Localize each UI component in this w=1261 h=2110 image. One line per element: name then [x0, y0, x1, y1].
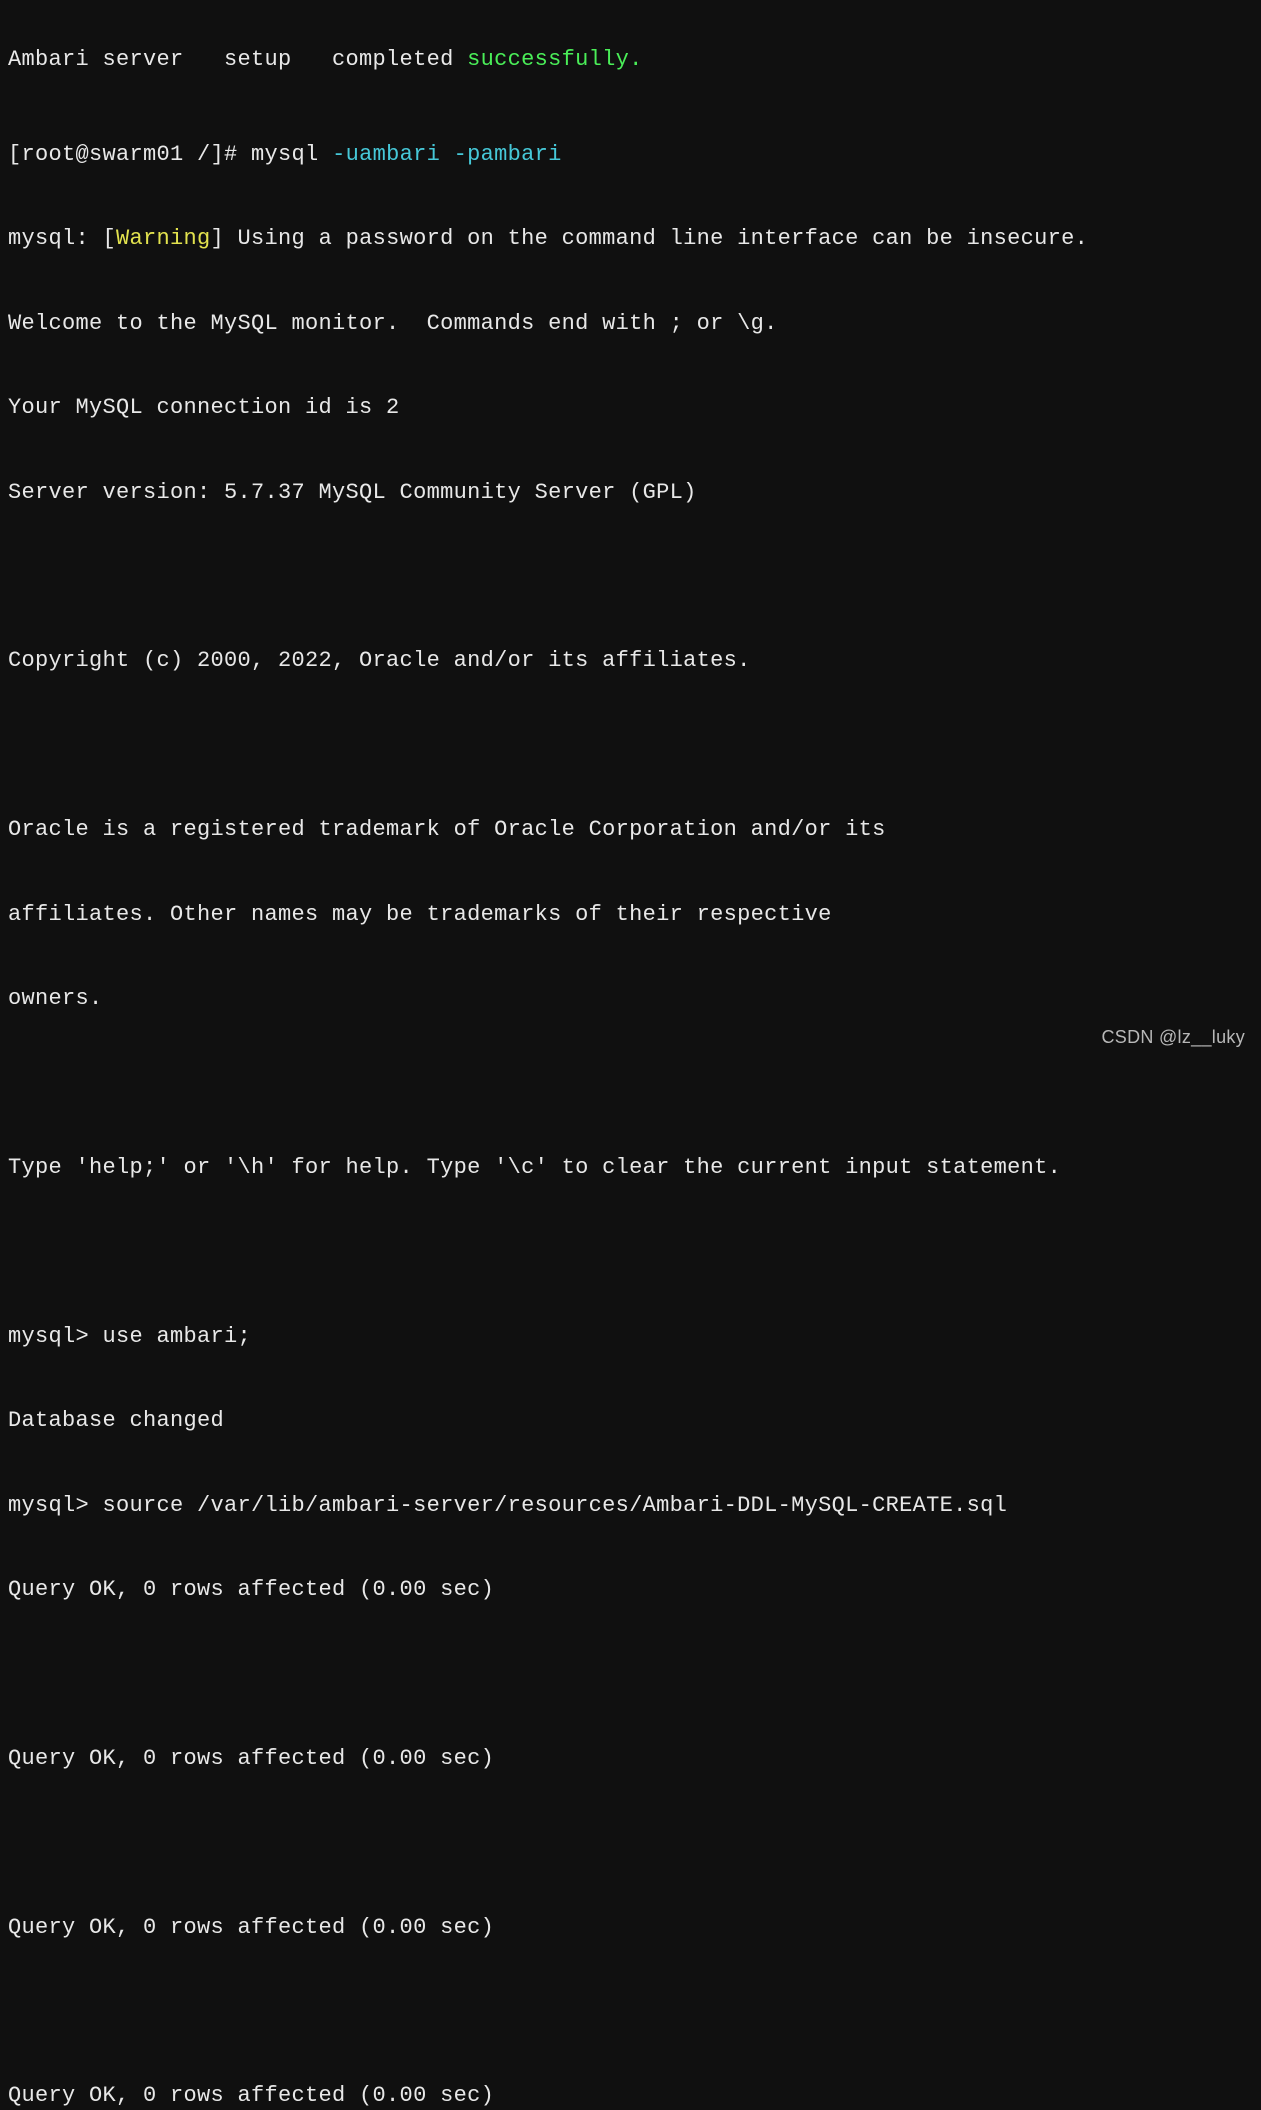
- blank-line: [8, 1829, 1253, 1857]
- mysql-warning-line: mysql: [Warning] Using a password on the…: [8, 225, 1253, 253]
- trademark-line: Oracle is a registered trademark of Orac…: [8, 816, 1253, 844]
- watermark-text: CSDN @lz__luky: [1101, 1026, 1245, 1049]
- blank-line: [8, 1070, 1253, 1098]
- copyright-line: Copyright (c) 2000, 2022, Oracle and/or …: [8, 647, 1253, 675]
- mysql-use-command: mysql> use ambari;: [8, 1323, 1253, 1351]
- trademark-line: affiliates. Other names may be trademark…: [8, 901, 1253, 929]
- blank-line: [8, 1998, 1253, 2026]
- blank-line: [8, 732, 1253, 760]
- query-ok-line: Query OK, 0 rows affected (0.00 sec): [8, 1914, 1253, 1942]
- mysql-server-version-line: Server version: 5.7.37 MySQL Community S…: [8, 479, 1253, 507]
- mysql-connection-id-line: Your MySQL connection id is 2: [8, 394, 1253, 422]
- query-ok-line: Query OK, 0 rows affected (0.00 sec): [8, 1576, 1253, 1604]
- help-line: Type 'help;' or '\h' for help. Type '\c'…: [8, 1154, 1253, 1182]
- trademark-line: owners.: [8, 985, 1253, 1013]
- query-ok-line: Query OK, 0 rows affected (0.00 sec): [8, 1745, 1253, 1773]
- query-ok-line: Query OK, 0 rows affected (0.00 sec): [8, 2082, 1253, 2110]
- shell-prompt-line: [root@swarm01 /]# mysql -uambari -pambar…: [8, 141, 1253, 169]
- mysql-welcome-line: Welcome to the MySQL monitor. Commands e…: [8, 310, 1253, 338]
- terminal-output[interactable]: Ambari server setup completed successful…: [0, 0, 1261, 2110]
- blank-line: [8, 1238, 1253, 1266]
- partial-line-top: Ambari server setup completed successful…: [8, 46, 1253, 74]
- database-changed-line: Database changed: [8, 1407, 1253, 1435]
- blank-line: [8, 563, 1253, 591]
- blank-line: [8, 1661, 1253, 1689]
- mysql-source-command: mysql> source /var/lib/ambari-server/res…: [8, 1492, 1253, 1520]
